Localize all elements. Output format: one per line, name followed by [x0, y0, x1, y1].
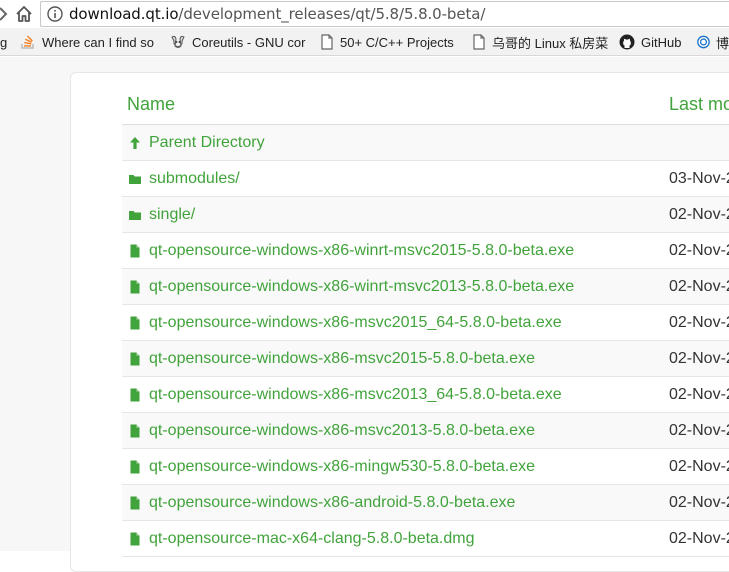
file-link[interactable]: qt-opensource-windows-x86-mingw530-5.8.0… [149, 458, 535, 476]
table-row: qt-opensource-windows-x86-winrt-msvc2015… [122, 233, 729, 269]
column-header-last-modified[interactable]: Last mo [669, 94, 729, 115]
modified-date: 03-Nov-2 [669, 170, 729, 187]
file-icon [130, 496, 140, 510]
modified-date: 02-Nov-2 [669, 314, 729, 331]
bookmark-label: GitHub [641, 34, 682, 50]
bookmark-blog[interactable]: 博 [697, 28, 729, 55]
file-link[interactable]: qt-opensource-windows-x86-msvc2015_64-5.… [149, 314, 562, 332]
file-icon [130, 532, 140, 546]
address-bar: download.qt.io/development_releases/qt/5… [0, 0, 729, 28]
bookmark-partial[interactable]: g [0, 28, 8, 55]
table-row: qt-opensource-windows-x86-mingw530-5.8.0… [122, 449, 729, 485]
column-header-name[interactable]: Name [127, 94, 175, 115]
page-icon [321, 34, 333, 50]
file-link[interactable]: qt-opensource-windows-x86-android-5.8.0-… [149, 494, 515, 512]
file-link[interactable]: qt-opensource-windows-x86-winrt-msvc2013… [149, 278, 574, 296]
modified-date: 02-Nov-2 [669, 206, 729, 223]
bookmark-linux[interactable]: 乌哥的 Linux 私房菜 [472, 28, 610, 55]
parent-directory-link[interactable]: Parent Directory [149, 134, 265, 152]
bookmark-label: 50+ C/C++ Projects [340, 34, 454, 50]
table-row: qt-opensource-windows-x86-android-5.8.0-… [122, 485, 729, 521]
table-row: qt-opensource-windows-x86-msvc2015_64-5.… [122, 305, 729, 341]
bookmark-stackoverflow[interactable]: Where can I find so [20, 28, 160, 55]
modified-date: 02-Nov-2 [669, 422, 729, 439]
stackoverflow-icon [21, 35, 34, 49]
file-icon [130, 280, 140, 294]
table-row: qt-opensource-windows-x86-msvc2013_64-5.… [122, 377, 729, 413]
bookmark-label: 乌哥的 Linux 私房菜 [492, 35, 609, 51]
info-icon [47, 6, 63, 22]
file-link[interactable]: qt-opensource-windows-x86-msvc2015-5.8.0… [149, 350, 535, 368]
bookmarks-bar: g Where can I find so Coreutils - GNU co… [0, 28, 729, 56]
directory-listing: Name Last mo Parent Directory submodules… [122, 84, 729, 557]
bookmark-projects[interactable]: 50+ C/C++ Projects [320, 28, 460, 55]
bookmark-coreutils[interactable]: Coreutils - GNU cor [170, 28, 315, 55]
bookmark-label: g [0, 34, 8, 50]
file-icon [130, 388, 140, 402]
table-row: qt-opensource-windows-x86-msvc2013-5.8.0… [122, 413, 729, 449]
file-link[interactable]: qt-opensource-windows-x86-msvc2013_64-5.… [149, 386, 562, 404]
file-icon [130, 460, 140, 474]
folder-icon [129, 211, 141, 220]
file-link[interactable]: qt-opensource-mac-x64-clang-5.8.0-beta.d… [149, 530, 475, 548]
url-text: download.qt.io/development_releases/qt/5… [69, 5, 485, 23]
table-row: qt-opensource-windows-x86-winrt-msvc2013… [122, 269, 729, 305]
modified-date: 02-Nov-2 [669, 530, 729, 547]
file-icon [130, 316, 140, 330]
modified-date: 02-Nov-2 [669, 386, 729, 403]
table-row: qt-opensource-windows-x86-msvc2015-5.8.0… [122, 341, 729, 377]
modified-date: 02-Nov-2 [669, 278, 729, 295]
bookmark-label: 博 [715, 35, 729, 51]
modified-date: 02-Nov-2 [669, 242, 729, 259]
url-field[interactable]: download.qt.io/development_releases/qt/5… [40, 1, 729, 27]
modified-date: 02-Nov-2 [669, 458, 729, 475]
folder-icon [129, 175, 141, 184]
forward-button[interactable] [0, 0, 10, 28]
arrow-up-icon [130, 137, 140, 149]
modified-date: 02-Nov-2 [669, 350, 729, 367]
github-icon [619, 34, 635, 50]
table-row: single/ 02-Nov-2 [122, 197, 729, 233]
table-row: qt-opensource-mac-x64-clang-5.8.0-beta.d… [122, 521, 729, 557]
url-path: /development_releases/qt/5.8/5.8.0-beta/ [178, 5, 486, 23]
listing-header: Name Last mo [122, 84, 729, 125]
file-link[interactable]: qt-opensource-windows-x86-winrt-msvc2015… [149, 242, 574, 260]
url-host: download.qt.io [69, 5, 179, 23]
bookmark-label: Coreutils - GNU cor [192, 34, 306, 50]
folder-link[interactable]: single/ [149, 206, 195, 224]
blog-icon [697, 35, 710, 49]
gnu-icon [171, 35, 185, 48]
modified-date: 02-Nov-2 [669, 494, 729, 511]
file-icon [130, 352, 140, 366]
file-icon [130, 424, 140, 438]
bookmark-label: Where can I find so [42, 34, 154, 50]
file-link[interactable]: qt-opensource-windows-x86-msvc2013-5.8.0… [149, 422, 535, 440]
bookmark-github[interactable]: GitHub [619, 28, 699, 55]
table-row: Parent Directory [122, 125, 729, 161]
page-icon [473, 34, 485, 50]
file-icon [130, 244, 140, 258]
home-button[interactable] [10, 0, 38, 28]
folder-link[interactable]: submodules/ [149, 170, 240, 188]
table-row: submodules/ 03-Nov-2 [122, 161, 729, 197]
home-icon [16, 6, 32, 22]
